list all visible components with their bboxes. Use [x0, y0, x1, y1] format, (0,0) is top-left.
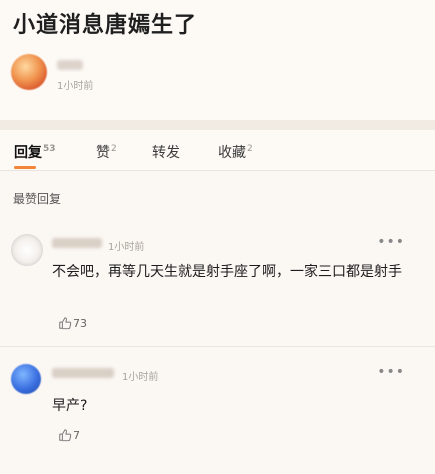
more-icon[interactable]: ••• — [377, 234, 405, 250]
comment-time: 1小时前 — [108, 242, 145, 253]
tab-likes-count: 2 — [111, 144, 117, 155]
comment-item: 1小时前 ••• 早产? 7 — [0, 358, 435, 468]
author-name-redacted[interactable] — [57, 60, 83, 70]
commenter-name-redacted[interactable] — [52, 368, 114, 378]
thumbs-up-icon — [59, 429, 72, 442]
commenter-name-redacted[interactable] — [52, 238, 102, 248]
comment-time: 1小时前 — [122, 372, 159, 383]
active-tab-indicator — [14, 166, 36, 169]
section-divider — [0, 120, 435, 130]
comment-divider — [0, 346, 435, 347]
commenter-avatar[interactable] — [11, 234, 43, 266]
tab-favorites-label: 收藏 — [218, 145, 246, 161]
author-avatar[interactable] — [11, 54, 47, 90]
commenter-avatar[interactable] — [11, 364, 41, 394]
post-title: 小道消息唐嫣生了 — [13, 13, 198, 38]
tab-favorites[interactable]: 收藏2 — [218, 142, 253, 162]
sort-label[interactable]: 最赞回复 — [13, 190, 61, 207]
tab-bar: 回复53 赞2 转发 收藏2 — [0, 130, 435, 171]
post-time: 1小时前 — [57, 81, 94, 92]
comment-text: 早产? — [52, 398, 88, 414]
tab-replies[interactable]: 回复53 — [14, 142, 56, 162]
comment-item: 1小时前 ••• 不会吧，再等几天生就是射手座了啊，一家三口都是射手 73 — [0, 228, 435, 338]
more-icon[interactable]: ••• — [377, 364, 405, 380]
tab-replies-label: 回复 — [14, 145, 42, 161]
tab-replies-count: 53 — [43, 144, 56, 155]
tab-reposts[interactable]: 转发 — [152, 142, 180, 162]
tab-reposts-label: 转发 — [152, 145, 180, 161]
like-count: 73 — [73, 317, 87, 330]
tab-likes-label: 赞 — [96, 145, 110, 161]
thumbs-up-icon — [59, 317, 72, 330]
tab-favorites-count: 2 — [247, 144, 253, 155]
like-button[interactable]: 7 — [58, 428, 80, 442]
like-button[interactable]: 73 — [58, 316, 87, 330]
post-header: 小道消息唐嫣生了 1小时前 — [0, 0, 435, 120]
tab-likes[interactable]: 赞2 — [96, 142, 117, 162]
like-count: 7 — [73, 429, 80, 442]
comment-text: 不会吧，再等几天生就是射手座了啊，一家三口都是射手 — [52, 264, 402, 280]
